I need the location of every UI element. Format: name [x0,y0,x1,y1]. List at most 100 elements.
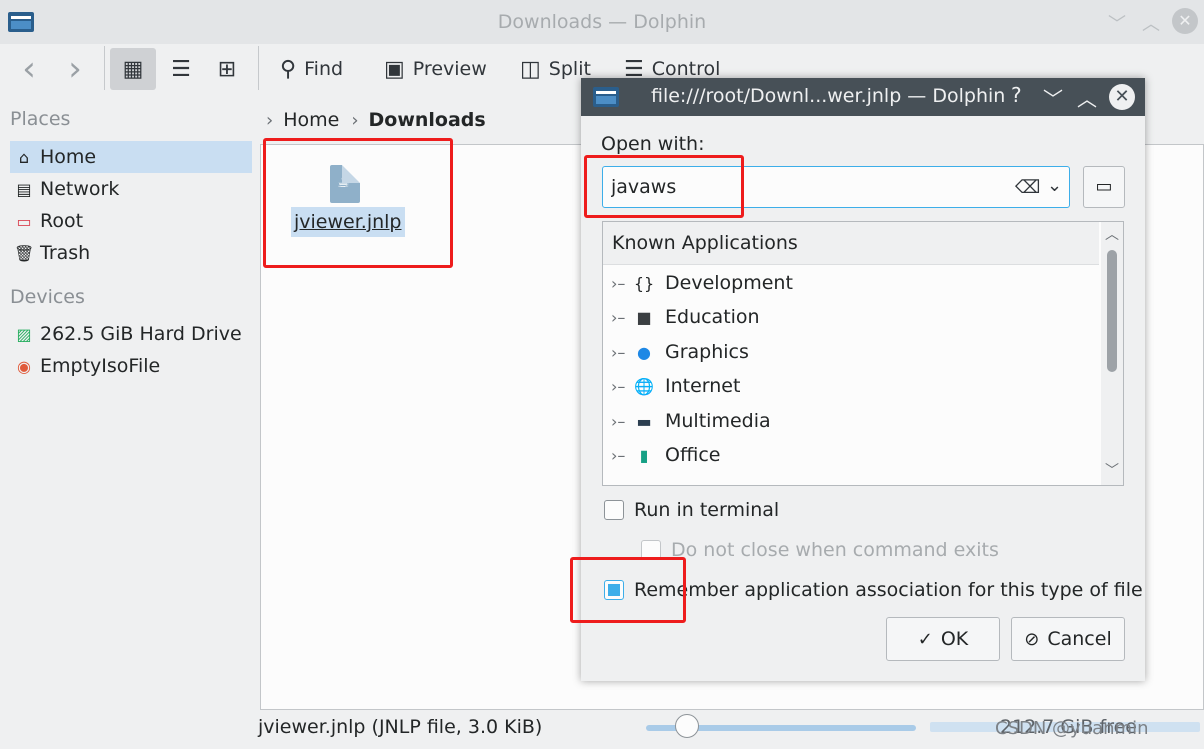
expand-arrow-icon[interactable]: ›– [611,308,633,327]
close-icon[interactable]: ✕ [1109,84,1135,110]
expand-arrow-icon[interactable]: ›– [611,377,633,396]
internet-icon: 🌐 [634,376,654,396]
tree-item-development[interactable]: ›– {} Development [603,266,1099,300]
expand-arrow-icon[interactable]: ›– [611,412,633,431]
chevron-down-icon[interactable]: ⌄ [1047,175,1062,196]
find-label: Find [304,58,344,80]
tree-header-label: Known Applications [612,232,798,254]
remember-association-label[interactable]: Remember application association for thi… [634,579,1143,601]
find-button[interactable]: ⚲ Find [280,48,343,90]
minimize-icon[interactable]: ﹀ [1043,83,1063,112]
run-in-terminal-label[interactable]: Run in terminal [634,499,779,521]
maximize-icon[interactable]: ︿ [1077,83,1097,112]
breadcrumb: › Home › Downloads [262,106,486,134]
tree-header: Known Applications [603,222,1099,265]
tree-item-label: Graphics [665,341,749,363]
forward-arrow-icon: › [68,49,82,89]
maximize-icon[interactable]: ︿ [1142,10,1160,36]
annotation-box-input [584,155,744,218]
details-view-button[interactable]: ⊞ [212,48,242,90]
home-icon: ⌂ [18,147,30,167]
places-header: Places [10,108,71,130]
sidebar-item-network[interactable]: ▤ Network [10,173,252,205]
places-panel: Places ⌂ Home ▤ Network ▭ Root 🗑 Trash D… [0,94,258,714]
tree-item-label: Office [665,444,721,466]
annotation-box-file [263,138,453,268]
sidebar-item-label: Home [40,146,97,168]
graphics-icon: ● [637,342,651,362]
back-button[interactable]: ‹ [14,48,44,90]
tree-item-education[interactable]: ›– ■ Education [603,300,1099,334]
network-icon: ▤ [16,179,32,199]
compact-view-icon: ☰ [171,56,191,82]
sidebar-item-label: Root [40,210,84,232]
chevron-right-icon: › [266,109,274,131]
breadcrumb-current[interactable]: Downloads [369,109,486,131]
sidebar-item-hard-drive[interactable]: ▨ 262.5 GiB Hard Drive [10,318,252,350]
clear-text-icon[interactable]: ⌫ [1015,177,1040,198]
back-arrow-icon: ‹ [22,49,36,89]
do-not-close-label: Do not close when command exits [671,539,999,561]
tree-item-label: Development [665,272,793,294]
chevron-up-icon[interactable]: ︿ [1105,224,1119,244]
cancel-button[interactable]: ⊘ Cancel [1011,617,1125,661]
watermark-text: CSDN @yuanmin [995,718,1149,739]
expand-arrow-icon[interactable]: ›– [611,274,633,293]
tree-item-multimedia[interactable]: ›– ▬ Multimedia [603,404,1099,438]
tree-item-label: Multimedia [665,410,771,432]
dialog-titlebar[interactable]: file:///root/Downl...wer.jnlp — Dolphin … [581,78,1145,116]
main-window-title: Downloads — Dolphin [497,11,707,33]
ok-button[interactable]: ✓ OK [886,617,1000,661]
tree-item-label: Internet [665,375,741,397]
sidebar-item-trash[interactable]: 🗑 Trash [10,237,252,269]
split-icon: ◫ [520,56,541,82]
office-icon: ▮ [639,445,649,465]
sidebar-item-home[interactable]: ⌂ Home [10,141,252,173]
search-icon: ⚲ [280,56,297,82]
zoom-slider-handle[interactable] [675,714,699,738]
chevron-down-icon[interactable]: ﹀ [1105,460,1119,480]
dialog-title: file:///root/Downl...wer.jnlp — Dolphin [651,85,1006,107]
tree-item-label: Education [665,306,760,328]
compact-view-button[interactable]: ☰ [166,48,196,90]
development-icon: {} [633,273,655,293]
cancel-icon: ⊘ [1024,628,1040,650]
sidebar-item-iso[interactable]: ◉ EmptyIsoFile [10,350,252,382]
icons-view-button[interactable]: ▦ [110,48,156,90]
split-label: Split [548,58,591,80]
sidebar-item-root[interactable]: ▭ Root [10,205,252,237]
hard-drive-icon: ▨ [16,324,32,344]
open-with-label: Open with: [601,133,705,155]
close-icon[interactable]: ✕ [1172,8,1198,34]
help-icon[interactable]: ? [1011,83,1022,107]
sidebar-item-label: EmptyIsoFile [40,355,161,377]
tree-item-graphics[interactable]: ›– ● Graphics [603,335,1099,369]
toolbar-separator [258,46,259,90]
sidebar-item-label: 262.5 GiB Hard Drive [40,323,242,345]
status-text: jviewer.jnlp (JNLP file, 3.0 KiB) [258,716,543,738]
preview-label: Preview [412,58,487,80]
main-titlebar[interactable]: Downloads — Dolphin ﹀ ︿ ✕ [0,0,1204,44]
sidebar-item-label: Trash [40,242,91,264]
checkmark-icon: ✓ [917,628,933,650]
tree-item-office[interactable]: ›– ▮ Office [603,438,1099,472]
grid-view-icon: ▦ [122,56,144,82]
ok-label: OK [940,628,969,650]
scrollbar-thumb[interactable] [1107,250,1117,372]
expand-arrow-icon[interactable]: ›– [611,343,633,362]
known-applications-tree[interactable]: Known Applications ›– {} Development ›– … [602,221,1124,486]
chevron-right-icon: › [351,109,359,131]
tree-scrollbar[interactable]: ︿ ﹀ [1101,222,1123,485]
expand-arrow-icon[interactable]: ›– [611,446,633,465]
devices-header: Devices [10,286,85,308]
cancel-label: Cancel [1047,628,1112,650]
education-icon: ■ [636,307,652,327]
minimize-icon[interactable]: ﹀ [1108,10,1126,36]
forward-button[interactable]: › [60,48,90,90]
run-in-terminal-checkbox[interactable] [604,500,624,520]
iso-file-icon: ◉ [17,356,31,376]
preview-button[interactable]: ▣ Preview [384,48,487,90]
tree-item-internet[interactable]: ›– 🌐 Internet [603,369,1099,403]
browse-button[interactable]: ▭ [1083,166,1125,208]
breadcrumb-home[interactable]: Home [283,109,339,131]
